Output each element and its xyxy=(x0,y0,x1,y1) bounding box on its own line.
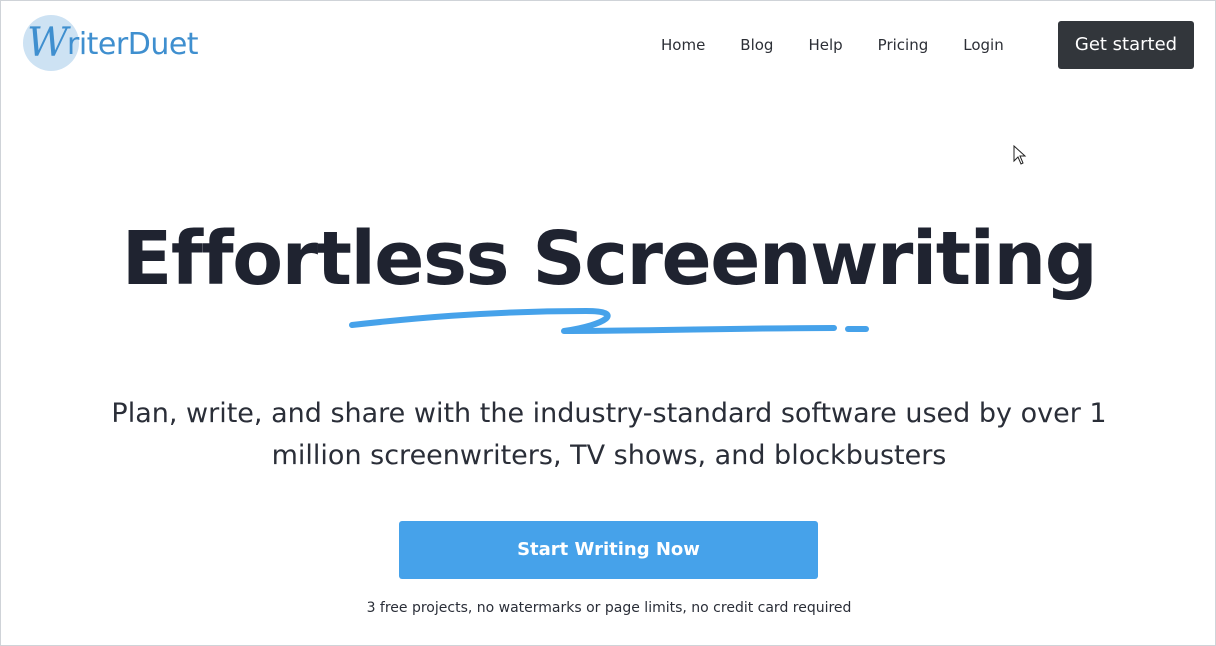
start-writing-button[interactable]: Start Writing Now xyxy=(399,521,818,579)
nav-login-link[interactable]: Login xyxy=(963,34,1003,56)
mouse-cursor-icon xyxy=(1013,145,1027,165)
main-nav: Home Blog Help Pricing Login xyxy=(661,34,1039,56)
hero-subtitle: Plan, write, and share with the industry… xyxy=(111,398,1107,471)
nav-home-link[interactable]: Home xyxy=(661,34,705,56)
brand-logo[interactable]: W riterDuet xyxy=(23,15,253,75)
landing-page: W riterDuet Home Blog Help Pricing Login… xyxy=(0,0,1216,646)
hero-title: Effortless Screenwriting xyxy=(121,216,1098,302)
underline-squiggle-icon xyxy=(349,308,869,334)
nav-pricing-link[interactable]: Pricing xyxy=(878,34,929,56)
free-plan-note: 3 free projects, no watermarks or page l… xyxy=(366,600,852,616)
get-started-button[interactable]: Get started xyxy=(1058,21,1194,69)
logo-wordmark: riterDuet xyxy=(67,27,199,62)
nav-blog-link[interactable]: Blog xyxy=(740,34,773,56)
nav-help-link[interactable]: Help xyxy=(808,34,842,56)
site-header: W riterDuet Home Blog Help Pricing Login… xyxy=(1,1,1215,91)
logo-letter: W xyxy=(27,20,69,66)
